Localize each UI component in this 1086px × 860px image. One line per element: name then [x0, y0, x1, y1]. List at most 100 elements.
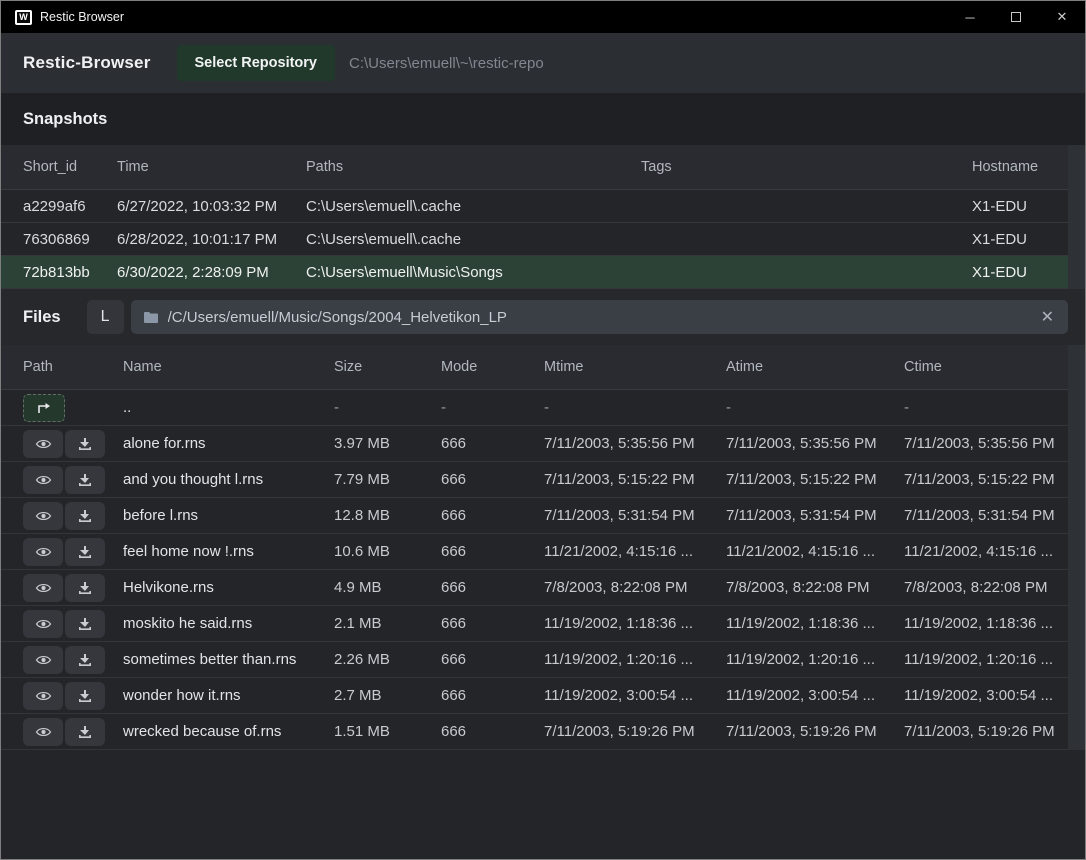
preview-file-button[interactable] [23, 610, 63, 638]
snapshot-short-id: 72b813bb [23, 264, 117, 281]
file-mode: 666 [441, 615, 544, 632]
file-row: before l.rns 12.8 MB 666 7/11/2003, 5:31… [1, 498, 1085, 534]
preview-file-button[interactable] [23, 574, 63, 602]
file-atime: 11/19/2002, 1:20:16 ... [726, 651, 904, 668]
eye-icon [35, 690, 52, 702]
files-table: Path Name Size Mode Mtime Atime Ctime ..… [1, 345, 1085, 750]
preview-file-button[interactable] [23, 538, 63, 566]
column-header-mtime: Mtime [544, 359, 726, 375]
file-atime: - [726, 399, 904, 416]
preview-file-button[interactable] [23, 682, 63, 710]
file-ctime: 7/11/2003, 5:31:54 PM [904, 507, 1063, 524]
download-icon [78, 509, 92, 523]
download-file-button[interactable] [65, 574, 105, 602]
download-file-button[interactable] [65, 610, 105, 638]
minimize-button[interactable]: ─ [947, 1, 993, 33]
snapshot-row[interactable]: a2299af6 6/27/2022, 10:03:32 PM C:\Users… [1, 190, 1085, 223]
eye-icon [35, 438, 52, 450]
file-ctime: 7/11/2003, 5:15:22 PM [904, 471, 1063, 488]
download-file-button[interactable] [65, 718, 105, 746]
file-mtime: 11/19/2002, 1:18:36 ... [544, 615, 726, 632]
download-icon [78, 473, 92, 487]
files-table-header: Path Name Size Mode Mtime Atime Ctime [1, 345, 1085, 390]
close-button[interactable]: ✕ [1039, 1, 1085, 33]
download-file-button[interactable] [65, 646, 105, 674]
file-row: moskito he said.rns 2.1 MB 666 11/19/200… [1, 606, 1085, 642]
file-mtime: 7/11/2003, 5:19:26 PM [544, 723, 726, 740]
column-header-paths: Paths [306, 159, 641, 175]
preview-file-button[interactable] [23, 646, 63, 674]
column-header-atime: Atime [726, 359, 904, 375]
file-atime: 11/19/2002, 3:00:54 ... [726, 687, 904, 704]
select-repository-button[interactable]: Select Repository [177, 45, 336, 81]
preview-file-button[interactable] [23, 718, 63, 746]
snapshots-section-band: Snapshots [1, 93, 1085, 145]
file-size: - [334, 399, 441, 416]
file-ctime: 11/19/2002, 3:00:54 ... [904, 687, 1063, 704]
snapshots-scrollbar-track [1068, 145, 1085, 289]
file-mode: 666 [441, 579, 544, 596]
file-row: wrecked because of.rns 1.51 MB 666 7/11/… [1, 714, 1085, 750]
file-name: moskito he said.rns [123, 615, 334, 632]
file-row: Helvikone.rns 4.9 MB 666 7/8/2003, 8:22:… [1, 570, 1085, 606]
files-scrollbar-track [1068, 345, 1085, 750]
file-size: 2.1 MB [334, 615, 441, 632]
file-row: and you thought l.rns 7.79 MB 666 7/11/2… [1, 462, 1085, 498]
file-size: 2.26 MB [334, 651, 441, 668]
file-size: 4.9 MB [334, 579, 441, 596]
snapshot-short-id: 76306869 [23, 231, 117, 248]
file-mtime: 11/19/2002, 1:20:16 ... [544, 651, 726, 668]
breadcrumb-path-text: /C/Users/emuell/Music/Songs/2004_Helveti… [168, 309, 1039, 326]
file-path-breadcrumb[interactable]: /C/Users/emuell/Music/Songs/2004_Helveti… [131, 300, 1068, 334]
file-atime: 11/21/2002, 4:15:16 ... [726, 543, 904, 560]
app-brand: Restic-Browser [23, 53, 151, 73]
download-icon [78, 545, 92, 559]
file-size: 2.7 MB [334, 687, 441, 704]
file-atime: 7/11/2003, 5:35:56 PM [726, 435, 904, 452]
file-name: .. [123, 399, 334, 416]
file-row: wonder how it.rns 2.7 MB 666 11/19/2002,… [1, 678, 1085, 714]
titlebar: W Restic Browser ─ ✕ [1, 1, 1085, 33]
snapshot-row[interactable]: 76306869 6/28/2022, 10:01:17 PM C:\Users… [1, 223, 1085, 256]
preview-file-button[interactable] [23, 466, 63, 494]
download-file-button[interactable] [65, 682, 105, 710]
app-header: Restic-Browser Select Repository C:\User… [1, 33, 1085, 93]
snapshots-table: Short_id Time Paths Tags Hostname a2299a… [1, 145, 1085, 289]
file-atime: 7/11/2003, 5:19:26 PM [726, 723, 904, 740]
file-ctime: 11/19/2002, 1:18:36 ... [904, 615, 1063, 632]
file-list-mode-button[interactable]: L [87, 300, 124, 334]
file-mode: 666 [441, 687, 544, 704]
file-size: 12.8 MB [334, 507, 441, 524]
download-file-button[interactable] [65, 502, 105, 530]
preview-file-button[interactable] [23, 502, 63, 530]
eye-icon [35, 618, 52, 630]
app-icon: W [15, 10, 32, 25]
repository-path: C:\Users\emuell\~\restic-repo [349, 55, 544, 72]
column-header-ctime: Ctime [904, 359, 1063, 375]
snapshot-row[interactable]: 72b813bb 6/30/2022, 2:28:09 PM C:\Users\… [1, 256, 1085, 289]
file-name: sometimes better than.rns [123, 651, 334, 668]
snapshot-short-id: a2299af6 [23, 198, 117, 215]
app-window: W Restic Browser ─ ✕ Restic-Browser Sele… [0, 0, 1086, 860]
file-mtime: 11/19/2002, 3:00:54 ... [544, 687, 726, 704]
column-header-short-id: Short_id [23, 159, 117, 175]
file-size: 10.6 MB [334, 543, 441, 560]
snapshot-paths: C:\Users\emuell\.cache [306, 231, 641, 248]
clear-path-icon[interactable]: ✕ [1039, 307, 1056, 327]
file-mtime: 7/11/2003, 5:31:54 PM [544, 507, 726, 524]
maximize-button[interactable] [993, 1, 1039, 33]
go-up-directory-button[interactable] [23, 394, 65, 422]
download-file-button[interactable] [65, 538, 105, 566]
download-file-button[interactable] [65, 466, 105, 494]
file-mode: 666 [441, 651, 544, 668]
download-icon [78, 689, 92, 703]
file-ctime: 7/11/2003, 5:35:56 PM [904, 435, 1063, 452]
file-mtime: 7/11/2003, 5:15:22 PM [544, 471, 726, 488]
parent-directory-row: .. - - - - - [1, 390, 1085, 426]
preview-file-button[interactable] [23, 430, 63, 458]
download-file-button[interactable] [65, 430, 105, 458]
folder-icon [143, 311, 159, 324]
file-ctime: 11/19/2002, 1:20:16 ... [904, 651, 1063, 668]
maximize-icon [1011, 12, 1021, 22]
file-name: Helvikone.rns [123, 579, 334, 596]
